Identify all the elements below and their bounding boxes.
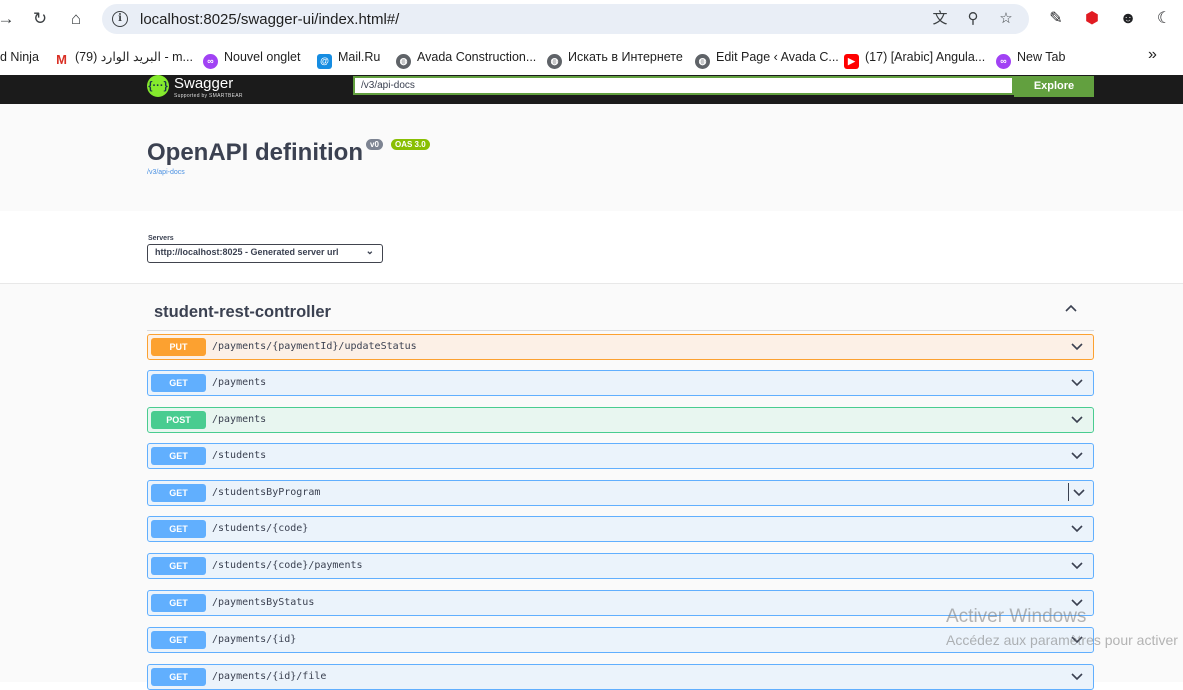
swagger-logo-text[interactable]: Swagger: [174, 75, 233, 92]
api-info: OpenAPI definition v0 OAS 3.0 /v3/api-do…: [0, 104, 1183, 211]
bookmark-item[interactable]: ◍ Edit Page ‹ Avada C...: [695, 48, 839, 69]
adblock-extension-icon[interactable]: ⬢: [1081, 8, 1103, 30]
bookmark-item[interactable]: ◍ Искать в Интернете: [547, 48, 683, 69]
chevron-up-icon[interactable]: [1064, 302, 1078, 319]
chevron-down-icon[interactable]: [1070, 373, 1084, 391]
operation-row[interactable]: GET /payments: [147, 370, 1094, 396]
bookmark-item[interactable]: ▶ (17) [Arabic] Angula...: [844, 48, 985, 69]
explore-button[interactable]: Explore: [1014, 76, 1094, 97]
version-badge: v0: [366, 139, 383, 150]
bookmark-item[interactable]: M البريد الوارد (79) - m...: [54, 48, 193, 67]
windows-activation-title: Activer Windows: [946, 606, 1087, 627]
method-badge: GET: [151, 557, 206, 575]
tag-header[interactable]: student-rest-controller: [147, 296, 1094, 331]
chevron-down-icon[interactable]: [1070, 556, 1084, 574]
youtube-icon: ▶: [844, 54, 859, 69]
operation-path: /payments/{id}: [212, 634, 297, 645]
method-badge: GET: [151, 484, 206, 502]
panda-extension-icon[interactable]: ☻: [1117, 8, 1139, 30]
bookmark-item[interactable]: d Ninja: [0, 48, 39, 66]
operation-row[interactable]: GET /payments/{id}/file: [147, 664, 1094, 690]
operation-row[interactable]: POST /payments: [147, 407, 1094, 433]
bookmark-item[interactable]: ◍ Avada Construction...: [396, 48, 536, 69]
address-url[interactable]: localhost:8025/swagger-ui/index.html#/: [140, 11, 399, 28]
servers-section: Servers http://localhost:8025 - Generate…: [0, 211, 1183, 284]
chevron-down-icon[interactable]: [1070, 410, 1084, 428]
operation-path: /studentsByProgram: [212, 487, 321, 498]
address-bar[interactable]: i localhost:8025/swagger-ui/index.html#/…: [102, 4, 1029, 34]
globe-icon: ◍: [396, 54, 411, 69]
chevron-down-icon[interactable]: [1068, 483, 1091, 501]
bookmark-star-icon[interactable]: ☆: [995, 8, 1017, 30]
mailru-icon: @: [317, 54, 332, 69]
operation-path: /payments: [212, 414, 267, 425]
operation-path: /students/{code}/payments: [212, 560, 363, 571]
chevron-down-icon: ⌄: [365, 246, 374, 257]
chevron-down-icon[interactable]: [1070, 519, 1084, 537]
method-badge: GET: [151, 631, 206, 649]
tab-icon: ∞: [996, 54, 1011, 69]
operation-path: /students: [212, 450, 267, 461]
method-badge: GET: [151, 594, 206, 612]
translate-icon[interactable]: ⽂: [929, 8, 951, 30]
spec-link[interactable]: /v3/api-docs: [147, 169, 185, 176]
chevron-down-icon[interactable]: [1070, 667, 1084, 685]
method-badge: GET: [151, 447, 206, 465]
operation-row[interactable]: GET /students/{code}/payments: [147, 553, 1094, 579]
swagger-logo-sub: Supported by SMARTBEAR: [174, 93, 243, 99]
operation-path: /students/{code}: [212, 523, 309, 534]
operation-path: /paymentsByStatus: [212, 597, 315, 608]
bookmark-item[interactable]: ∞ New Tab: [996, 48, 1065, 69]
eyedropper-extension-icon[interactable]: ✎: [1045, 8, 1067, 30]
more-bookmarks-icon[interactable]: »: [1148, 46, 1157, 64]
spec-url-input[interactable]: /v3/api-docs: [353, 76, 1014, 95]
bookmarks-bar: d Ninja M البريد الوارد (79) - m... ∞ Nouv…: [0, 38, 1183, 75]
method-badge: POST: [151, 411, 206, 429]
servers-label: Servers: [148, 235, 174, 242]
method-badge: GET: [151, 374, 206, 392]
operation-path: /payments/{id}/file: [212, 671, 327, 682]
tag-title: student-rest-controller: [154, 303, 331, 321]
operation-row[interactable]: GET /students: [147, 443, 1094, 469]
bookmark-item[interactable]: ∞ Nouvel onglet: [203, 48, 300, 69]
server-select-value: http://localhost:8025 - Generated server…: [155, 247, 339, 257]
method-badge: GET: [151, 520, 206, 538]
operation-path: /payments/{paymentId}/updateStatus: [212, 341, 417, 352]
operation-path: /payments: [212, 377, 267, 388]
chevron-down-icon[interactable]: [1070, 337, 1084, 355]
oas-badge: OAS 3.0: [391, 139, 430, 150]
method-badge: GET: [151, 668, 206, 686]
dark-mode-extension-icon[interactable]: ☾: [1153, 8, 1175, 30]
tab-icon: ∞: [203, 54, 218, 69]
method-badge: PUT: [151, 338, 206, 356]
windows-activation-subtitle: Accédez aux paramètres pour activer: [946, 632, 1178, 648]
zoom-icon[interactable]: ⚲: [962, 8, 984, 30]
globe-icon: ◍: [695, 54, 710, 69]
forward-icon[interactable]: →: [0, 7, 18, 31]
globe-icon: ◍: [547, 54, 562, 69]
server-select[interactable]: http://localhost:8025 - Generated server…: [147, 244, 383, 263]
swagger-logo-icon[interactable]: {···}: [147, 75, 169, 97]
chevron-down-icon[interactable]: [1070, 446, 1084, 464]
swagger-topbar: {···} Swagger Supported by SMARTBEAR /v3…: [0, 75, 1183, 104]
page-title: OpenAPI definition: [147, 139, 363, 166]
reload-icon[interactable]: ↻: [28, 7, 52, 31]
home-icon[interactable]: ⌂: [64, 7, 88, 31]
site-info-icon[interactable]: i: [112, 11, 128, 27]
operation-row[interactable]: GET /studentsByProgram: [147, 480, 1094, 506]
operation-row[interactable]: GET /students/{code}: [147, 516, 1094, 542]
browser-toolbar: → ↻ ⌂ i localhost:8025/swagger-ui/index.…: [0, 0, 1183, 38]
gmail-icon: M: [54, 52, 69, 67]
bookmark-item[interactable]: @ Mail.Ru: [317, 48, 380, 69]
operation-row[interactable]: PUT /payments/{paymentId}/updateStatus: [147, 334, 1094, 360]
